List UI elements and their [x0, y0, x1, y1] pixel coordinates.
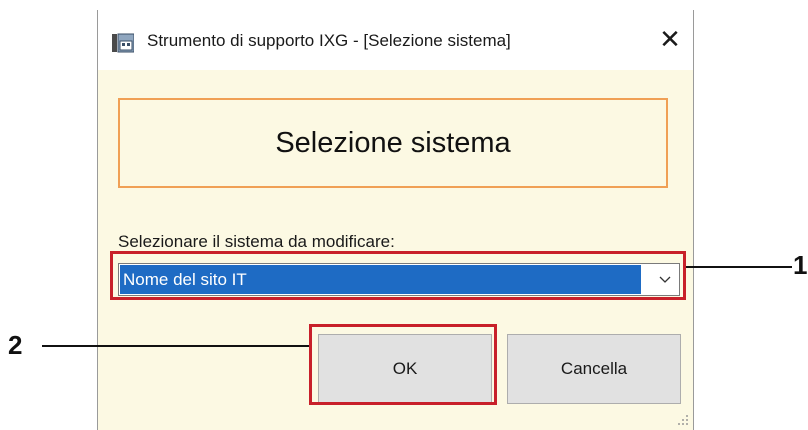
callout-highlight-ok [309, 324, 497, 405]
callout-number-2: 2 [8, 330, 23, 360]
system-select-label: Selezionare il sistema da modificare: [118, 232, 395, 251]
header-panel: Selezione sistema [118, 98, 668, 188]
resize-grip-icon[interactable] [677, 414, 689, 426]
callout-line-1 [686, 266, 792, 268]
app-icon [112, 33, 134, 53]
callout-number-1: 1 [793, 250, 808, 280]
title-bar: Strumento di supporto IXG - [Selezione s… [98, 10, 693, 70]
callout-highlight-select [110, 251, 686, 300]
page-title: Selezione sistema [275, 126, 511, 159]
cancel-button[interactable]: Cancella [507, 334, 681, 404]
window-title: Strumento di supporto IXG - [Selezione s… [147, 31, 511, 50]
callout-line-2 [42, 345, 309, 347]
close-button[interactable]: ✕ [647, 20, 693, 60]
close-icon[interactable]: ✕ [659, 25, 681, 55]
